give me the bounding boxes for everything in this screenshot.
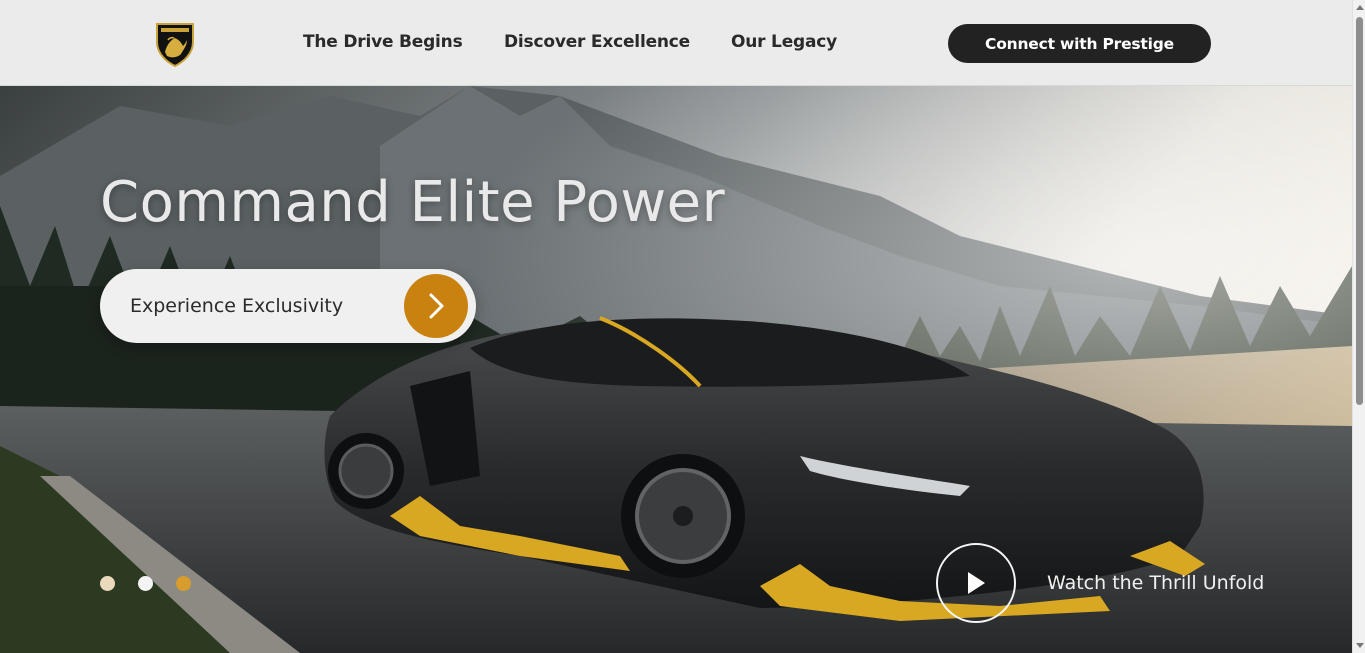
nav-link-discover-excellence[interactable]: Discover Excellence (504, 32, 690, 52)
scroll-thumb[interactable] (1356, 17, 1363, 405)
play-video-button[interactable] (936, 543, 1016, 623)
slide-dot-3[interactable] (176, 576, 191, 591)
page-scrollbar[interactable] (1352, 0, 1365, 653)
hero-section: Command Elite Power Experience Exclusivi… (0, 86, 1352, 653)
slide-dot-2[interactable] (138, 576, 153, 591)
explore-button-label: Experience Exclusivity (130, 295, 344, 317)
hero-title: Command Elite Power (100, 170, 726, 235)
scroll-up-arrow-icon[interactable] (1356, 5, 1364, 10)
watch-video-link[interactable]: Watch the Thrill Unfold (1047, 572, 1264, 594)
chevron-right-icon[interactable] (404, 274, 468, 338)
play-icon (968, 572, 985, 594)
nav-link-the-drive-begins[interactable]: The Drive Begins (303, 32, 463, 52)
site-header: The Drive Begins Discover Excellence Our… (0, 0, 1352, 86)
experience-exclusivity-button[interactable]: Experience Exclusivity (100, 269, 476, 343)
nav-link-our-legacy[interactable]: Our Legacy (731, 32, 837, 52)
bull-shield-logo-icon[interactable] (153, 20, 197, 68)
slide-dot-1[interactable] (100, 576, 115, 591)
scroll-down-arrow-icon[interactable] (1356, 643, 1364, 648)
connect-button[interactable]: Connect with Prestige (948, 24, 1211, 63)
